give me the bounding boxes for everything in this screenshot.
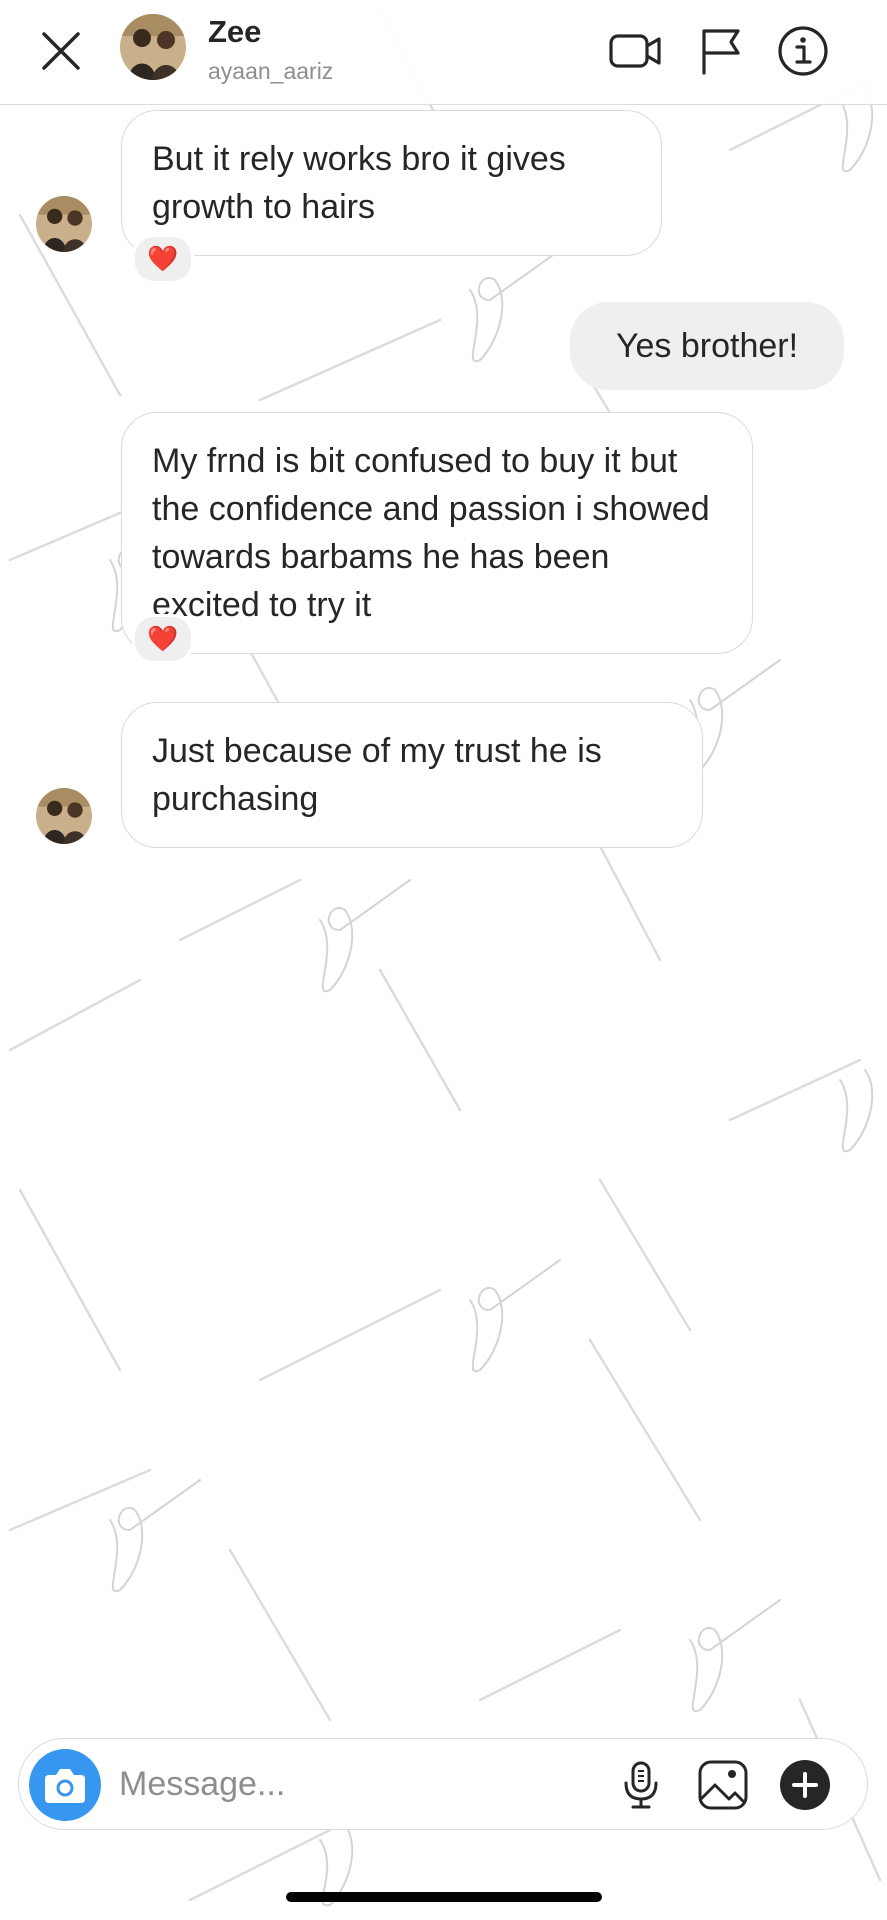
report-button[interactable] <box>694 24 748 78</box>
heart-reaction[interactable]: ❤️ <box>132 614 194 664</box>
outgoing-message[interactable]: Yes brother! <box>570 302 844 390</box>
sender-avatar[interactable] <box>36 196 92 252</box>
close-button[interactable] <box>38 28 84 74</box>
heart-reaction[interactable]: ❤️ <box>132 234 194 284</box>
message-text: My frnd is bit confused to buy it but th… <box>152 442 710 624</box>
heart-icon: ❤️ <box>147 244 179 273</box>
message-input[interactable] <box>119 1755 619 1813</box>
profile-avatar[interactable] <box>120 14 186 80</box>
contact-name[interactable]: Zee <box>208 14 261 50</box>
incoming-message[interactable]: But it rely works bro it gives growth to… <box>121 110 662 256</box>
message-text: Just because of my trust he is purchasin… <box>152 732 602 818</box>
video-call-button[interactable] <box>608 24 662 78</box>
plus-icon <box>780 1760 830 1810</box>
flag-icon <box>702 29 740 75</box>
heart-icon: ❤️ <box>147 624 179 653</box>
camera-button[interactable] <box>29 1749 101 1821</box>
close-icon <box>42 32 80 70</box>
message-composer <box>18 1738 868 1830</box>
chat-header: Zee ayaan_aariz <box>0 0 887 105</box>
contact-username[interactable]: ayaan_aariz <box>208 58 333 85</box>
more-options-button[interactable] <box>779 1759 831 1811</box>
video-call-icon <box>609 34 661 68</box>
watermark-overlay <box>8 8 882 1907</box>
incoming-message[interactable]: My frnd is bit confused to buy it but th… <box>121 412 753 654</box>
home-indicator[interactable] <box>286 1892 602 1902</box>
info-button[interactable] <box>776 24 830 78</box>
microphone-icon <box>624 1761 658 1809</box>
sender-avatar[interactable] <box>36 788 92 844</box>
chat-screen: Zee ayaan_aariz But it rely works bro it… <box>0 0 887 1920</box>
gallery-button[interactable] <box>697 1759 749 1811</box>
gallery-icon <box>698 1760 748 1810</box>
message-text: Yes brother! <box>615 327 799 365</box>
message-text: But it rely works bro it gives growth to… <box>152 140 566 226</box>
info-icon <box>778 26 828 76</box>
incoming-message[interactable]: Just because of my trust he is purchasin… <box>121 702 703 848</box>
voice-message-button[interactable] <box>615 1759 667 1811</box>
camera-icon <box>45 1769 85 1803</box>
